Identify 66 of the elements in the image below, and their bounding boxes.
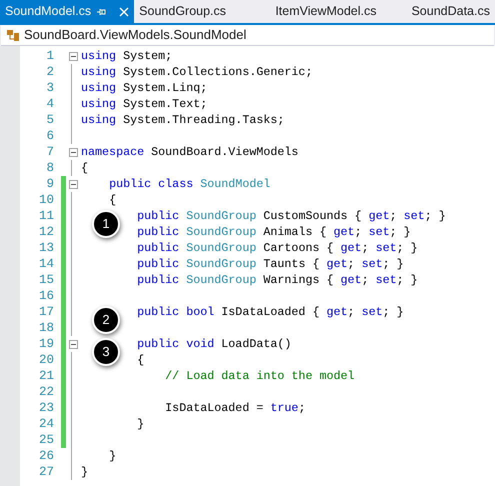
navigation-bar[interactable]: SoundBoard.ViewModels.SoundModel xyxy=(1,25,494,46)
code-line: { xyxy=(81,160,88,176)
file-tab[interactable]: SoundGroup.cs xyxy=(134,0,270,23)
line-number: 22 xyxy=(38,384,54,400)
code-line: } xyxy=(81,464,88,480)
code-line: { xyxy=(109,192,116,208)
class-icon xyxy=(7,29,21,41)
code-line: public SoundGroup Animals { get; set; } xyxy=(137,224,411,240)
line-number: 10 xyxy=(38,192,54,208)
code-line: } xyxy=(109,448,116,464)
file-tab[interactable]: SoundData.cs xyxy=(406,0,495,23)
collapse-icon[interactable] xyxy=(68,52,78,60)
code-line: using System.Threading.Tasks; xyxy=(81,112,284,128)
code-line: public bool IsDataLoaded { get; set; } xyxy=(137,304,404,320)
close-icon[interactable] xyxy=(119,6,130,16)
line-number: 9 xyxy=(45,176,54,192)
callout-badge: 1 xyxy=(92,210,120,238)
code-line: public void LoadData() xyxy=(137,336,292,352)
collapse-icon[interactable] xyxy=(68,340,78,348)
code-line: public SoundGroup Cartoons { get; set; } xyxy=(137,240,418,256)
callout-badge: 2 xyxy=(92,306,120,334)
line-number: 13 xyxy=(38,240,54,256)
breadcrumb-text: SoundBoard.ViewModels.SoundModel xyxy=(24,26,246,44)
file-tab[interactable]: ItemViewModel.cs xyxy=(270,0,406,23)
code-line: public SoundGroup CustomSounds { get; set; } xyxy=(137,208,446,224)
line-number: 14 xyxy=(38,256,54,272)
code-line: } xyxy=(137,416,144,432)
code-line: public SoundGroup Warnings { get; set; } xyxy=(137,272,418,288)
code-line: public class SoundModel xyxy=(109,176,270,192)
line-number: 18 xyxy=(38,320,54,336)
line-number: 3 xyxy=(45,80,54,96)
line-number: 21 xyxy=(38,368,54,384)
code-line: // Load data into the model xyxy=(165,368,355,384)
line-number: 26 xyxy=(38,448,54,464)
line-number: 6 xyxy=(45,128,54,144)
line-number: 24 xyxy=(38,416,54,432)
code-line: using System.Text; xyxy=(81,96,208,112)
code-line: IsDataLoaded = true; xyxy=(165,400,306,416)
code-line: namespace SoundBoard.ViewModels xyxy=(81,144,298,160)
line-number: 11 xyxy=(38,208,54,224)
code-line: public SoundGroup Taunts { get; set; } xyxy=(137,256,404,272)
code-line: using System.Collections.Generic; xyxy=(81,64,312,80)
line-number: 15 xyxy=(38,272,54,288)
line-number: 5 xyxy=(45,112,54,128)
code-line: using System; xyxy=(81,48,172,64)
line-number: 17 xyxy=(38,304,54,320)
code-editor[interactable] xyxy=(20,46,495,486)
line-number: 2 xyxy=(45,64,54,80)
line-number: 20 xyxy=(38,352,54,368)
pin-icon[interactable] xyxy=(97,6,108,16)
file-tab[interactable]: SoundModel.cs xyxy=(0,0,134,23)
line-number: 16 xyxy=(38,288,54,304)
line-number: 19 xyxy=(38,336,54,352)
line-number: 1 xyxy=(45,48,54,64)
line-number: 7 xyxy=(45,144,54,160)
line-number: 4 xyxy=(45,96,54,112)
line-number: 25 xyxy=(38,432,54,448)
code-line: { xyxy=(137,352,144,368)
code-line: using System.Linq; xyxy=(81,80,208,96)
collapse-icon[interactable] xyxy=(68,148,78,156)
line-number: 12 xyxy=(38,224,54,240)
line-number: 8 xyxy=(45,160,54,176)
callout-badge: 3 xyxy=(92,338,120,366)
collapse-icon[interactable] xyxy=(68,180,78,188)
line-number: 27 xyxy=(38,464,54,480)
line-number: 23 xyxy=(38,400,54,416)
